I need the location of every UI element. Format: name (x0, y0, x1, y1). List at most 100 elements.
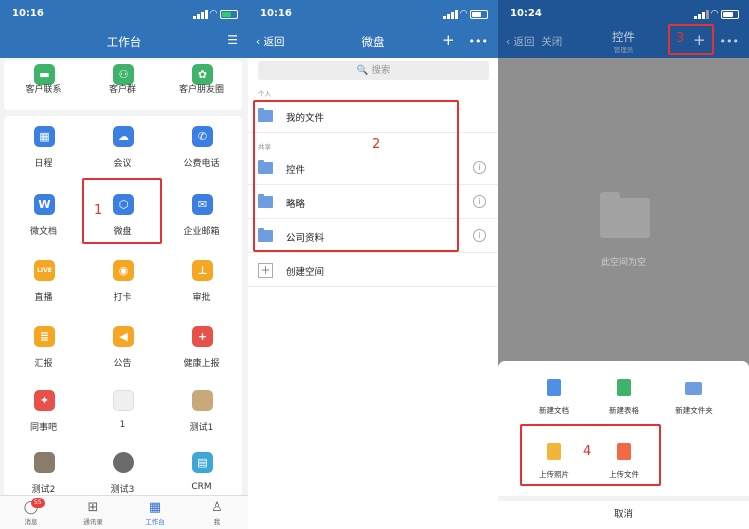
app-announcement[interactable]: ◀ 公告 (83, 316, 162, 382)
filter-settings-icon[interactable]: ☰ (227, 33, 238, 47)
search-input[interactable]: 🔍 搜索 (258, 61, 489, 80)
row-label: 创建空间 (286, 267, 325, 278)
new-document-button[interactable]: 新建文档 (518, 367, 590, 417)
app-live[interactable]: LIVE 直播 (4, 250, 83, 316)
app-label: 审批 (192, 293, 211, 303)
workbench-screen: 10:16 ◠ 工作台 ☰ ▬ 客户联系 ⚇ 客户群 ✿ 客户朋友圈 ▦ 日程 … (0, 0, 248, 529)
navigation-bar: 10:16 ◠ 工作台 ☰ (0, 0, 248, 58)
app-label: 客户联系 (25, 85, 62, 95)
tab-label: 消息 (24, 518, 38, 526)
app-label: 同事吧 (29, 423, 57, 433)
add-icon[interactable]: + (442, 31, 455, 49)
live-icon: LIVE (34, 260, 55, 281)
app-health-report[interactable]: + 健康上报 (162, 316, 241, 382)
tab-contacts[interactable]: ⊞ 通讯录 (62, 496, 124, 529)
apps-grid-card: ▦ 日程 ☁ 会议 ✆ 公费电话 W 微文档 ⬡ 微盘 ✉ 企业邮箱 LIVE … (4, 116, 242, 496)
app-test-1[interactable]: 测试1 (162, 380, 241, 446)
nav-actions: + ••• (442, 31, 488, 49)
sheet-label: 新建文件夹 (675, 406, 713, 415)
app-customer-group[interactable]: ⚇ 客户群 (83, 54, 162, 120)
app-label: 企业邮箱 (183, 227, 220, 237)
announcement-icon: ◀ (113, 326, 134, 347)
tab-label: 通讯录 (83, 518, 103, 526)
app-approval[interactable]: ⊥ 审批 (162, 250, 241, 316)
app-custom-1[interactable]: 1 (83, 380, 162, 446)
sheet-label: 新建文档 (539, 406, 569, 415)
app-enterprise-mail[interactable]: ✉ 企业邮箱 (162, 184, 241, 250)
bottom-tab-bar: ◯ 消息 55 ⊞ 通讯录 ▦ 工作台 ♙ 我 (0, 495, 248, 529)
approval-icon: ⊥ (192, 260, 213, 281)
step-number-1: 1 (94, 203, 103, 218)
app-label: 公费电话 (183, 159, 220, 169)
app-label: 微文档 (29, 227, 57, 237)
new-folder-button[interactable]: 新建文件夹 (658, 367, 730, 417)
app-thumbnail-icon (113, 452, 134, 473)
folder-screen: 10:24 ◠ ‹ 返回 关闭 控件 管理员 + ••• 3 此空间为空 新建文档… (498, 0, 749, 529)
more-icon[interactable]: ••• (469, 35, 488, 48)
status-bar: 10:16 ◠ (12, 8, 238, 22)
tab-workbench[interactable]: ▦ 工作台 (124, 496, 186, 529)
app-label: 测试2 (31, 485, 56, 495)
app-label: 健康上报 (183, 359, 220, 369)
app-label: 会议 (113, 159, 132, 169)
folder-icon (685, 382, 702, 395)
info-icon[interactable]: i (473, 229, 486, 242)
plus-icon: + (258, 263, 273, 278)
battery-icon (721, 9, 739, 19)
customer-apps-card: ▬ 客户联系 ⚇ 客户群 ✿ 客户朋友圈 (4, 60, 242, 110)
section-personal: 个人 (258, 90, 271, 98)
app-label: 测试1 (189, 423, 214, 433)
status-icons: ◠ (193, 9, 238, 20)
app-thumbnail-icon (113, 390, 134, 411)
app-schedule[interactable]: ▦ 日程 (4, 116, 83, 182)
app-label: 1 (119, 420, 126, 430)
wifi-icon: ◠ (210, 9, 217, 19)
signal-icon (193, 9, 208, 19)
app-meeting[interactable]: ☁ 会议 (83, 116, 162, 182)
new-spreadsheet-button[interactable]: 新建表格 (588, 367, 660, 417)
highlight-box-step-3 (668, 24, 714, 55)
tab-messages[interactable]: ◯ 消息 55 (0, 496, 62, 529)
step-number-4: 4 (583, 444, 592, 459)
weipan-screen: 10:16 ◠ ‹ 返回 微盘 + ••• 🔍 搜索 个人 我的文件 共享 控件 … (248, 0, 498, 529)
app-checkin[interactable]: ◉ 打卡 (83, 250, 162, 316)
checkin-icon: ◉ (113, 260, 134, 281)
app-micro-doc[interactable]: W 微文档 (4, 184, 83, 250)
empty-state-text: 此空间为空 (600, 258, 646, 268)
meeting-icon: ☁ (113, 126, 134, 147)
status-time: 10:16 (12, 8, 44, 19)
app-customer-contact[interactable]: ▬ 客户联系 (4, 54, 83, 120)
tab-label: 工作台 (145, 518, 165, 526)
signal-icon (694, 9, 709, 19)
app-label: 打卡 (113, 293, 132, 303)
app-report[interactable]: ≣ 汇报 (4, 316, 83, 382)
workbench-icon: ▦ (148, 500, 162, 515)
page-title: 工作台 (106, 35, 142, 49)
info-icon[interactable]: i (473, 161, 486, 174)
info-icon[interactable]: i (473, 195, 486, 208)
battery-icon (220, 9, 238, 19)
app-label: 直播 (34, 293, 53, 303)
phone-icon: ✆ (192, 126, 213, 147)
app-public-phone[interactable]: ✆ 公费电话 (162, 116, 241, 182)
wifi-icon: ◠ (711, 9, 718, 19)
cancel-button[interactable]: 取消 (498, 496, 749, 529)
contacts-icon: ⊞ (87, 500, 99, 515)
create-space-button[interactable]: + 创建空间 (248, 254, 498, 287)
tab-label: 我 (213, 518, 221, 526)
app-label: 客户群 (108, 85, 136, 95)
document-icon (547, 379, 561, 396)
step-number-3: 3 (676, 31, 685, 46)
status-icons: ◠ (694, 9, 739, 20)
status-bar: 10:16 ◠ (260, 8, 488, 22)
app-colleague-bar[interactable]: ✦ 同事吧 (4, 380, 83, 446)
status-time: 10:24 (510, 8, 542, 19)
app-customer-moments[interactable]: ✿ 客户朋友圈 (162, 54, 241, 120)
app-thumbnail-icon (34, 452, 55, 473)
empty-folder-icon (600, 192, 650, 238)
status-bar: 10:24 ◠ (510, 8, 739, 22)
more-icon[interactable]: ••• (720, 35, 739, 48)
app-label: 测试3 (110, 485, 135, 495)
tab-me[interactable]: ♙ 我 (186, 496, 248, 529)
report-icon: ≣ (34, 326, 55, 347)
